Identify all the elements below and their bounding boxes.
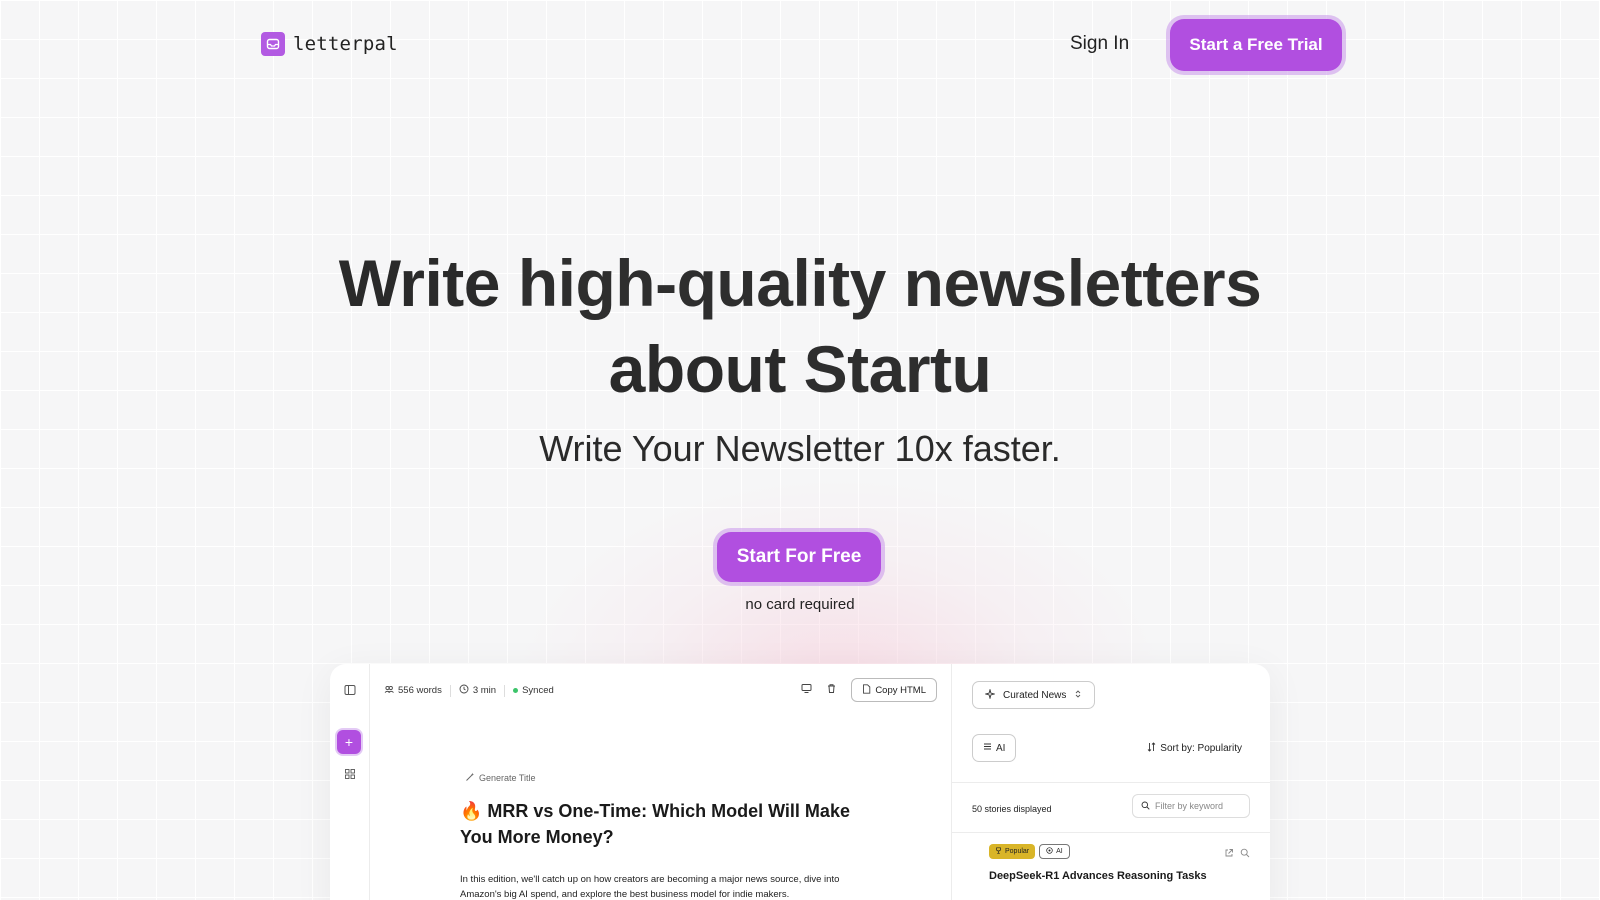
filter-placeholder: Filter by keyword <box>1155 801 1224 811</box>
popular-badge-label: Popular <box>1005 848 1030 855</box>
stat-separator <box>504 684 506 697</box>
sort-label: Sort by: Popularity <box>1160 743 1242 754</box>
hero-title-line2-bold: Startu <box>803 332 992 406</box>
app-preview: + 556 words 3 min Synced Copy HTML Gener… <box>330 664 1270 900</box>
hero-title-line1-normal: Write <box>338 246 518 320</box>
magic-wand-icon <box>465 772 475 784</box>
chevron-updown-icon <box>1074 689 1082 702</box>
category-filter-chip[interactable]: AI <box>972 734 1017 762</box>
no-card-note: no card required <box>745 596 855 613</box>
file-icon <box>862 683 871 697</box>
envelope-icon <box>261 32 285 56</box>
generate-title-button[interactable]: Generate Title <box>465 772 536 784</box>
synced-dot <box>513 688 519 693</box>
read-time-text: 3 min <box>472 685 497 696</box>
monitor-icon[interactable] <box>801 683 812 697</box>
word-count-text: 556 words <box>398 685 442 696</box>
sort-control[interactable]: Sort by: Popularity <box>1147 742 1242 755</box>
copy-html-label: Copy HTML <box>875 684 926 696</box>
article-body[interactable]: In this edition, we'll catch up on how c… <box>460 872 860 900</box>
copy-html-button[interactable]: Copy HTML <box>851 678 937 702</box>
external-link-icon[interactable] <box>1224 848 1234 861</box>
sidebar-toggle-icon[interactable] <box>344 684 356 696</box>
new-newsletter-button[interactable]: + <box>337 730 361 754</box>
search-icon <box>1141 801 1150 812</box>
app-rail: + <box>330 664 370 900</box>
source-select[interactable]: Curated News <box>972 681 1096 709</box>
editor-pane: 556 words 3 min Synced Copy HTML Generat… <box>370 664 952 900</box>
panel-divider <box>952 832 1270 833</box>
ai-badge-label: AI <box>1056 848 1063 855</box>
hero-subtitle: Write Your Newsletter 10x faster. <box>539 428 1061 469</box>
hero-title-line1-bold: high-quality newsletters <box>517 246 1262 320</box>
article-title[interactable]: 🔥 MRR vs One-Time: Which Model Will Make… <box>460 798 850 850</box>
start-for-free-button[interactable]: Start For Free <box>717 532 881 582</box>
generate-title-label: Generate Title <box>479 773 536 783</box>
source-select-label: Curated News <box>1003 689 1067 701</box>
sync-status: Synced <box>513 685 554 696</box>
ai-badge: AI <box>1039 844 1070 859</box>
stat-separator <box>449 684 451 697</box>
sign-in-link[interactable]: Sign In <box>1070 33 1129 55</box>
list-icon <box>983 742 992 754</box>
story-actions <box>1224 848 1250 861</box>
story-badges: Popular AI <box>989 844 1070 859</box>
category-label: AI <box>996 742 1006 754</box>
logo-text: letterpal <box>293 33 398 55</box>
filter-input[interactable]: Filter by keyword <box>1132 794 1250 818</box>
start-free-trial-button[interactable]: Start a Free Trial <box>1170 19 1342 71</box>
top-nav: letterpal Sign In Start a Free Trial <box>0 0 1600 90</box>
search-story-icon[interactable] <box>1240 848 1250 861</box>
panel-divider <box>952 782 1270 783</box>
target-icon <box>1046 847 1053 856</box>
story-title[interactable]: DeepSeek-R1 Advances Reasoning Tasks <box>989 870 1207 882</box>
story-count: 50 stories displayed <box>972 804 1052 814</box>
read-time: 3 min <box>459 684 496 697</box>
sync-status-text: Synced <box>522 685 554 696</box>
editor-actions: Copy HTML <box>801 678 937 702</box>
clock-icon <box>459 684 469 697</box>
news-panel: Curated News AI Sort by: Popularity 50 s… <box>952 664 1270 900</box>
sparkle-icon <box>984 687 996 702</box>
popular-badge: Popular <box>989 844 1036 859</box>
logo[interactable]: letterpal <box>261 32 398 56</box>
editor-stats: 556 words 3 min Synced <box>384 684 554 697</box>
words-icon <box>384 684 394 697</box>
sort-icon <box>1147 742 1156 755</box>
hero-title-line2-normal: about <box>608 332 804 406</box>
trophy-icon <box>995 847 1002 856</box>
trash-icon[interactable] <box>826 683 837 697</box>
hero-title: Write high-quality newsletters about Sta… <box>0 240 1600 412</box>
grid-icon[interactable] <box>344 768 356 780</box>
word-count: 556 words <box>384 684 442 697</box>
